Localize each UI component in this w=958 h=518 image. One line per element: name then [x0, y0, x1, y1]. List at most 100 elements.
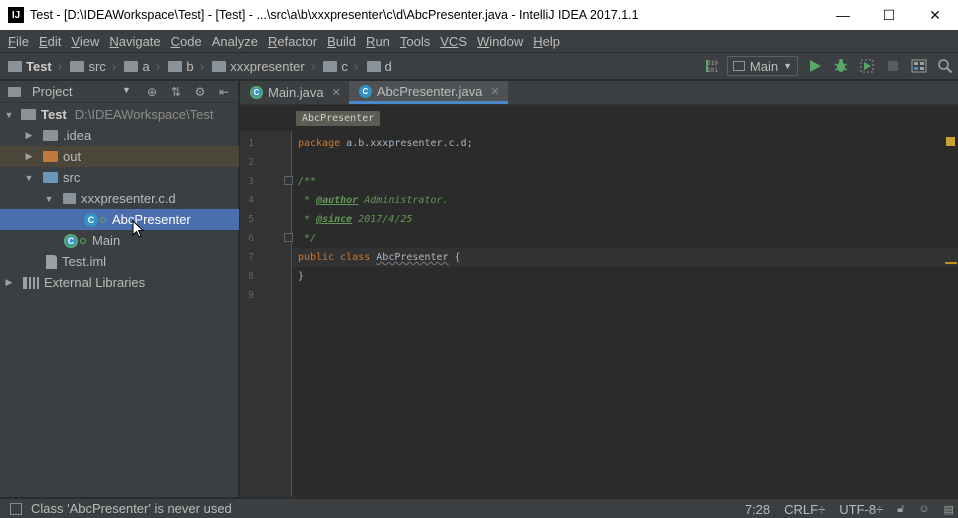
close-tab-icon[interactable]: ✕: [332, 86, 341, 99]
window-controls: — ☐ ✕: [820, 0, 958, 30]
menu-label: ode: [180, 33, 202, 49]
chevron-down-icon[interactable]: ▼: [122, 85, 131, 95]
collapsed-arrow-icon[interactable]: ▶: [4, 277, 14, 288]
run-button[interactable]: [802, 53, 828, 79]
menu-label: efactor: [277, 33, 318, 49]
minimize-button[interactable]: —: [820, 0, 866, 30]
tree-item-main[interactable]: C Main: [0, 230, 239, 251]
line-number: 4: [248, 195, 254, 206]
menu-refactor[interactable]: Refactor: [263, 34, 322, 49]
nav-crumb-project[interactable]: Test ›: [0, 58, 62, 74]
menu-file[interactable]: File: [3, 34, 34, 49]
tree-item-test-iml[interactable]: Test.iml: [0, 251, 239, 272]
menu-mnemonic: C: [170, 33, 181, 49]
tree-item-test[interactable]: ▼ Test D:\IDEAWorkspace\Test: [0, 104, 239, 125]
source-folder-icon: [43, 172, 58, 183]
tab-abcpresenter-java[interactable]: C AbcPresenter.java ✕: [348, 81, 508, 104]
tree-item-out[interactable]: ▶ out: [0, 146, 239, 167]
inspection-status-icon[interactable]: [946, 137, 955, 146]
close-window-button[interactable]: ✕: [912, 0, 958, 30]
code-line-4: * @author Administrator.: [298, 195, 449, 206]
navigation-bar: Test › src › a › b › xxxpresenter › c › d 010 1…: [0, 52, 958, 80]
editor-area: C Main.java ✕ C AbcPresenter.java ✕ AbcP…: [240, 81, 958, 497]
menu-code[interactable]: Code: [166, 34, 207, 49]
nav-crumb-label: xxxpresenter: [230, 58, 305, 74]
menu-navigate[interactable]: Navigate: [104, 34, 165, 49]
status-widgets: 7:28 CRLF÷ UTF-8÷ 🔓︎ ☺︎ ▤: [731, 499, 954, 518]
line-number: 6: [248, 233, 254, 244]
nav-crumb-b[interactable]: b ›: [160, 58, 204, 74]
menu-build[interactable]: Build: [322, 34, 361, 49]
search-everywhere-icon[interactable]: [932, 53, 958, 79]
project-view-label: Project: [32, 84, 73, 99]
menu-tools[interactable]: Tools: [395, 34, 435, 49]
debug-button[interactable]: [828, 53, 854, 79]
tree-item-idea[interactable]: ▶ .idea: [0, 125, 239, 146]
menu-window[interactable]: Window: [472, 34, 528, 49]
code-line-6: */: [298, 233, 317, 244]
tree-item-external-libraries[interactable]: ▶ External Libraries: [0, 272, 239, 293]
locate-file-icon[interactable]: ⊕: [140, 85, 164, 99]
menu-label: ools: [406, 33, 431, 49]
gear-icon[interactable]: ⚙: [188, 85, 212, 99]
line-separator-selector[interactable]: CRLF÷: [784, 502, 825, 517]
tree-item-src[interactable]: ▼ src: [0, 167, 239, 188]
folder-icon: [366, 60, 381, 72]
title-bar: IJ Test - [D:\IDEAWorkspace\Test] - [Tes…: [0, 0, 958, 30]
collapse-all-icon[interactable]: ⇅: [164, 85, 188, 99]
encoding-selector[interactable]: UTF-8÷: [839, 502, 883, 517]
fold-marker-icon[interactable]: [284, 176, 293, 185]
menu-analyze[interactable]: Analyze: [207, 34, 263, 49]
folder-icon: [323, 60, 338, 72]
nav-crumb-d[interactable]: d: [359, 59, 392, 74]
maximize-button[interactable]: ☐: [866, 0, 912, 30]
comment-text: 2017/4/25: [352, 214, 413, 225]
project-panel-header: Project ▼ ⊕ ⇅ ⚙ ⇤: [0, 81, 238, 103]
project-structure-icon[interactable]: [906, 53, 932, 79]
inspector-icon[interactable]: ☺︎: [918, 503, 929, 515]
stop-button[interactable]: [880, 53, 906, 79]
menu-vcs[interactable]: VCS: [435, 34, 472, 49]
expanded-arrow-icon[interactable]: ▼: [44, 194, 54, 204]
nav-crumb-label: src: [88, 58, 106, 74]
keyword: public class: [298, 252, 371, 263]
tree-item-abcpresenter[interactable]: C AbcPresenter: [0, 209, 239, 230]
warning-stripe-marker[interactable]: [945, 262, 957, 264]
build-project-icon[interactable]: 010 101: [701, 53, 727, 79]
menu-edit[interactable]: Edit: [34, 34, 66, 49]
tab-main-java[interactable]: C Main.java ✕: [240, 81, 349, 104]
code-editor[interactable]: 1 2 3 4 5 6 7 8 9 package a.b.xxxpresent…: [240, 131, 958, 497]
expanded-arrow-icon[interactable]: ▼: [4, 110, 14, 120]
menu-mnemonic: H: [533, 33, 543, 49]
hide-panel-icon[interactable]: ⇤: [212, 85, 236, 99]
nav-crumb-a[interactable]: a ›: [116, 58, 160, 74]
access-modifier-icon: [80, 237, 86, 244]
keyword: package: [298, 138, 341, 149]
tree-item-label: src: [63, 170, 81, 185]
nav-crumb-src[interactable]: src ›: [62, 58, 116, 74]
library-icon: [23, 276, 39, 289]
code-line-7: public class AbcPresenter {: [298, 252, 461, 263]
tree-item-package[interactable]: ▼ xxxpresenter.c.d: [0, 188, 239, 209]
lock-icon[interactable]: 🔓︎: [897, 503, 904, 516]
excluded-folder-icon: [43, 151, 58, 162]
fold-marker-icon[interactable]: [284, 233, 293, 242]
collapsed-arrow-icon[interactable]: ▶: [24, 130, 34, 141]
breadcrumb-class[interactable]: AbcPresenter: [296, 110, 381, 126]
nav-crumb-xxxpresenter[interactable]: xxxpresenter ›: [204, 58, 315, 74]
caret-position[interactable]: 7:28: [745, 502, 770, 517]
menu-run[interactable]: Run: [361, 34, 395, 49]
event-log-icon[interactable]: ▤: [944, 503, 954, 516]
run-with-coverage-button[interactable]: [854, 53, 880, 79]
tab-label: Main.java: [268, 85, 324, 100]
expanded-arrow-icon[interactable]: ▼: [24, 173, 34, 183]
menu-help[interactable]: Help: [528, 34, 565, 49]
tool-windows-icon[interactable]: [10, 502, 22, 515]
close-tab-icon[interactable]: ✕: [490, 85, 499, 98]
nav-crumb-c[interactable]: c ›: [315, 58, 359, 74]
run-configuration-select[interactable]: Main ▼: [726, 56, 798, 76]
menu-view[interactable]: View: [66, 34, 104, 49]
package-name: a.b.xxxpresenter.c.d;: [340, 138, 473, 149]
collapsed-arrow-icon[interactable]: ▶: [24, 151, 34, 162]
menu-mnemonic: E: [38, 33, 48, 49]
